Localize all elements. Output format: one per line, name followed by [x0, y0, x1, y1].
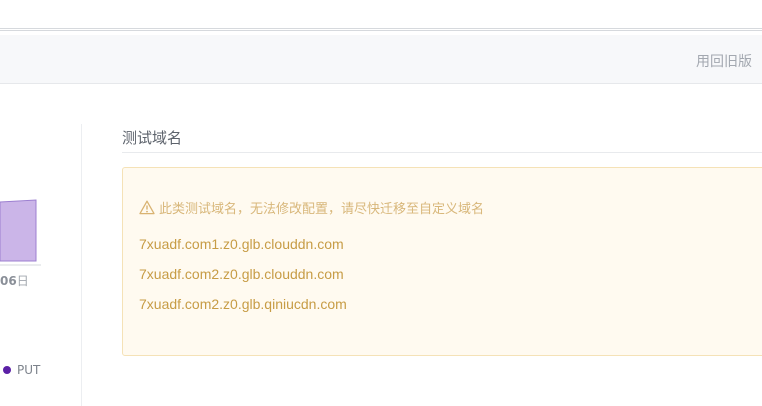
legend-item-put[interactable]: PUT	[3, 363, 40, 377]
warning-text: 此类测试域名，无法修改配置，请尽快迁移至自定义域名	[159, 202, 485, 217]
domain-item[interactable]: 7xuadf.com2.z0.glb.qiniucdn.com	[139, 296, 347, 312]
warning-line: 此类测试域名，无法修改配置，请尽快迁移至自定义域名	[139, 198, 484, 217]
tick-day-unit: 日	[16, 274, 29, 288]
domain-item[interactable]: 7xuadf.com1.z0.glb.clouddn.com	[139, 236, 344, 252]
section-title: 测试域名	[122, 129, 183, 147]
section-divider	[122, 152, 762, 153]
old-version-link[interactable]: 用回旧版	[696, 51, 752, 71]
vertical-divider	[81, 124, 82, 406]
header-bar: 用回旧版	[0, 35, 762, 84]
test-domain-notice: 此类测试域名，无法修改配置，请尽快迁移至自定义域名 7xuadf.com1.z0…	[122, 167, 762, 356]
top-toolbar-strip	[0, 0, 762, 31]
warning-icon	[139, 200, 155, 215]
chart-x-tick-label: 06日	[0, 272, 29, 289]
domain-item[interactable]: 7xuadf.com2.z0.glb.clouddn.com	[139, 266, 344, 282]
tick-day-number: 06	[0, 274, 17, 288]
chart-area-put	[0, 199, 37, 262]
usage-chart	[0, 199, 41, 266]
legend-label: PUT	[17, 363, 41, 377]
legend-dot	[3, 366, 11, 374]
